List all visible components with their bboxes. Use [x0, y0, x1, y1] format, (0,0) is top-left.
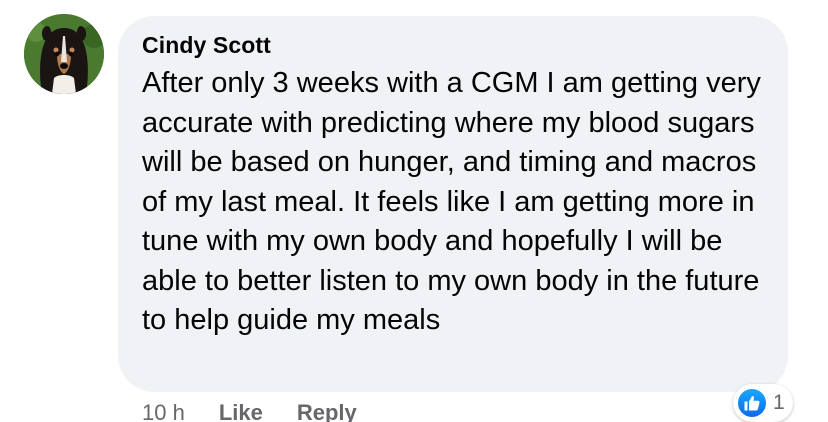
comment: Cindy Scott After only 3 weeks with a CG… — [0, 0, 828, 422]
comment-timestamp[interactable]: 10 h — [142, 400, 185, 422]
dog-avatar-icon — [24, 14, 104, 94]
reactions-summary[interactable]: 1 — [733, 384, 793, 422]
comment-bubble: Cindy Scott After only 3 weeks with a CG… — [118, 16, 788, 392]
thumbs-up-icon — [736, 387, 768, 419]
comment-author[interactable]: Cindy Scott — [142, 30, 764, 60]
comment-text: After only 3 weeks with a CGM I am getti… — [142, 67, 761, 336]
like-button[interactable]: Like — [219, 400, 263, 422]
avatar[interactable] — [24, 14, 104, 94]
reply-button[interactable]: Reply — [297, 400, 357, 422]
comment-actions: 10 h Like Reply — [142, 400, 357, 422]
reaction-count: 1 — [773, 391, 785, 414]
